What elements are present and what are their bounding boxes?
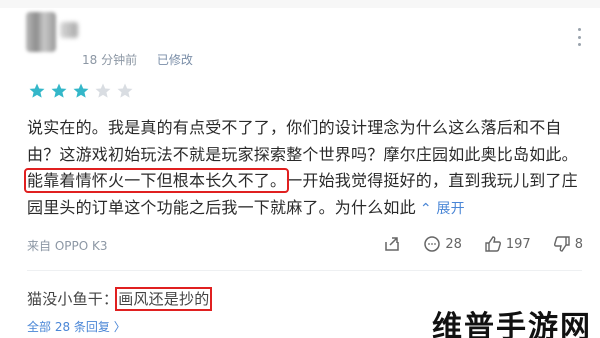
comment-footer: 来自 OPPO K3 28 197 8 [27,235,583,257]
comment-count: 28 [445,236,462,252]
star-empty-icon [95,83,111,98]
reply-preview[interactable]: 猫没小鱼干：画风还是抄的 [27,287,213,311]
comment-text-part1: 说实在的。我是真的有点受不了了，你们的设计理念为什么这么落后和不自由？这游戏初始… [27,118,578,164]
thumbs-up-icon [485,236,501,252]
share-button[interactable] [383,235,401,253]
star-rating [28,82,134,100]
divider [27,270,582,271]
like-button[interactable]: 197 [484,235,531,253]
expand-toggle[interactable]: ⌃ 展开 [420,201,465,217]
star-empty-icon [117,83,133,98]
reply-text: 画风还是抄的 [115,287,213,311]
star-filled-icon [29,83,45,98]
avatar[interactable] [26,12,56,52]
highlighted-text: 能靠着情怀火一下但根本长久不了。 [23,168,290,193]
thumbs-down-icon [553,236,570,252]
timestamp: 18 分钟前 [82,53,138,67]
comment-meta: 18 分钟前 已修改 [82,51,193,68]
star-filled-icon [51,83,67,98]
like-count: 197 [505,236,531,252]
reply-author: 猫没小鱼干： [27,290,119,308]
action-bar: 28 197 8 [361,235,583,253]
edited-label: 已修改 [156,53,193,67]
comment-bubble-icon [424,236,441,252]
dislike-button[interactable]: 8 [553,235,583,253]
more-options-icon[interactable] [578,28,582,46]
comment-body: 说实在的。我是真的有点受不了了，你们的设计理念为什么这么落后和不自由？这游戏初始… [23,115,583,222]
top-edge [0,0,600,8]
dislike-count: 8 [574,236,583,252]
username-blurred [60,22,78,38]
star-filled-icon [73,83,89,98]
share-icon [385,237,400,251]
comment-button[interactable]: 28 [423,235,462,253]
watermark: 维普手游网 [432,310,592,338]
all-replies-link[interactable]: 全部 28 条回复 〉 [27,318,126,335]
device-label: 来自 OPPO K3 [27,239,108,253]
